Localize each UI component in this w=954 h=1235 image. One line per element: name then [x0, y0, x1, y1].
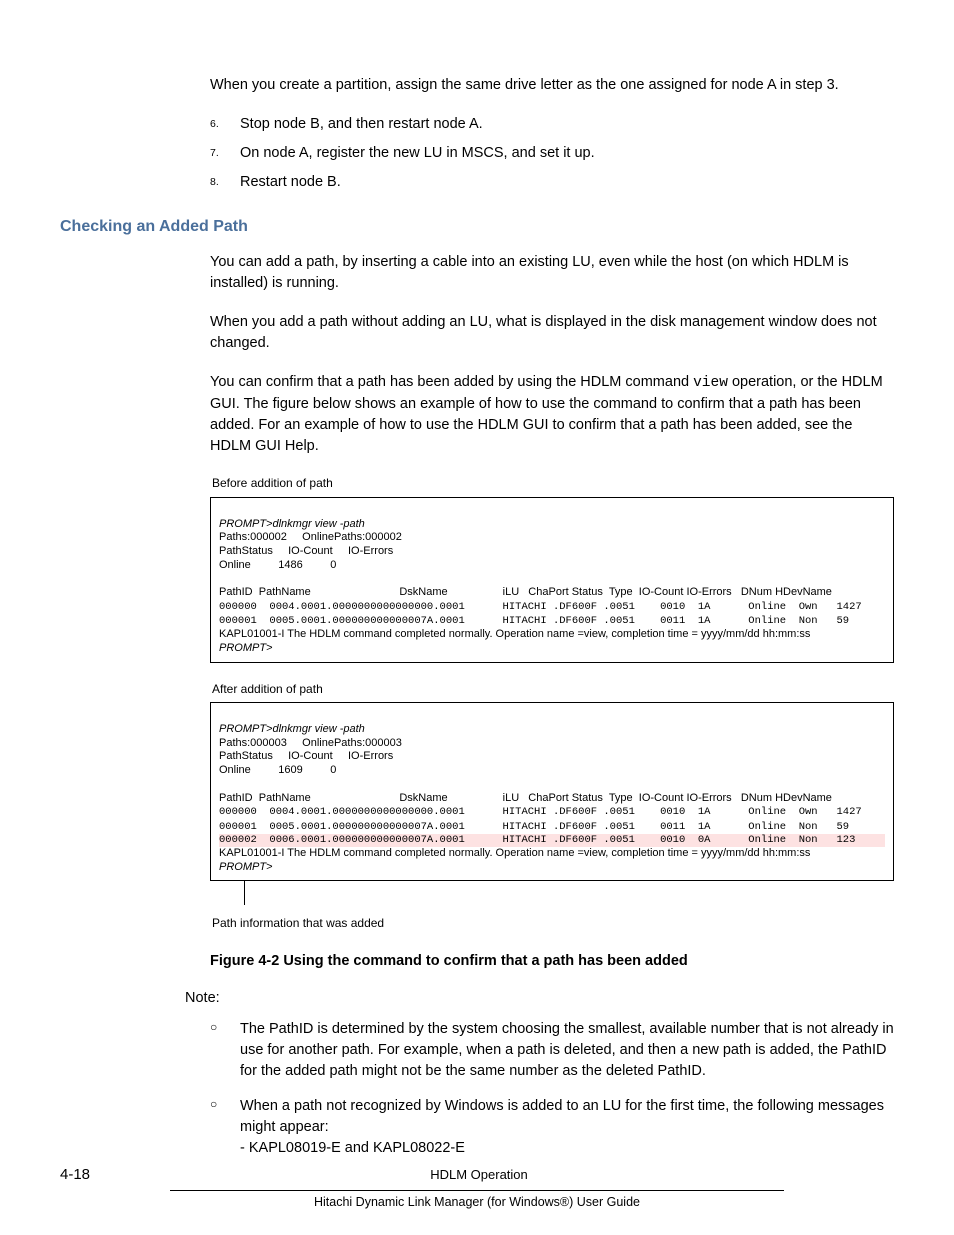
after-label: After addition of path [212, 681, 894, 698]
bullet-icon: ○ [210, 1096, 240, 1159]
list-item: ○ When a path not recognized by Windows … [210, 1096, 894, 1159]
pointer-label: Path information that was added [212, 915, 894, 932]
msg-after: KAPL01001-I The HDLM command completed n… [219, 847, 810, 859]
bullet-icon: ○ [210, 1019, 240, 1082]
summary-before-2: Online 1486 0 [219, 559, 336, 571]
para-2: When you add a path without adding an LU… [210, 312, 894, 354]
cmd-after: PROMPT>dlnkmgr view -path [219, 723, 365, 735]
figure-4-2: Before addition of path PROMPT>dlnkmgr v… [210, 475, 894, 932]
summary-after-2: Online 1609 0 [219, 764, 336, 776]
step-number: 7 [210, 143, 240, 164]
terminal-after: PROMPT>dlnkmgr view -path Paths:000003 O… [210, 702, 894, 881]
header-row-after: PathID PathName DskName iLU ChaPort Stat… [219, 792, 832, 804]
page-footer: 4-18 HDLM Operation 4-18 Hitachi Dynamic… [60, 1164, 894, 1211]
header-row-before: PathID PathName DskName iLU ChaPort Stat… [219, 586, 832, 598]
page-number: 4-18 [60, 1164, 90, 1186]
step-7: 7 On node A, register the new LU in MSCS… [210, 143, 894, 164]
prompt-after: PROMPT> [219, 861, 272, 873]
bullet-text-0: The PathID is determined by the system c… [240, 1019, 894, 1082]
book-title: Hitachi Dynamic Link Manager (for Window… [60, 1193, 894, 1211]
para-3a: You can confirm that a path has been add… [210, 374, 693, 390]
terminal-before: PROMPT>dlnkmgr view -path Paths:000002 O… [210, 497, 894, 663]
step-number: 8 [210, 172, 240, 193]
cmd-before: PROMPT>dlnkmgr view -path [219, 518, 365, 530]
msg-before: KAPL01001-I The HDLM command completed n… [219, 628, 810, 640]
row-after-0: 000000 0004.0001.0000000000000000.0001 H… [219, 806, 894, 818]
step-text: On node A, register the new LU in MSCS, … [240, 143, 894, 164]
chapter-title: HDLM Operation [430, 1166, 528, 1185]
code-view: view [693, 375, 728, 391]
intro-partition-text: When you create a partition, assign the … [210, 75, 894, 96]
figure-caption: Figure 4-2 Using the command to confirm … [210, 951, 894, 972]
section-heading-checking-added-path: Checking an Added Path [60, 215, 894, 238]
bullet-text-1: When a path not recognized by Windows is… [240, 1096, 894, 1159]
summary-before-1: PathStatus IO-Count IO-Errors [219, 545, 393, 557]
pointer-line-icon [244, 881, 245, 905]
footer-rule [170, 1190, 784, 1191]
step-text: Restart node B. [240, 172, 894, 193]
step-text: Stop node B, and then restart node A. [240, 114, 894, 135]
summary-after-0: Paths:000003 OnlinePaths:000003 [219, 737, 402, 749]
row-after-1: 000001 0005.0001.000000000000007A.0001 H… [219, 821, 894, 833]
step-list: 6 Stop node B, and then restart node A. … [210, 114, 894, 193]
list-item: ○ The PathID is determined by the system… [210, 1019, 894, 1082]
step-number: 6 [210, 114, 240, 135]
note-label: Note: [185, 988, 894, 1009]
summary-before-0: Paths:000002 OnlinePaths:000002 [219, 531, 402, 543]
para-3: You can confirm that a path has been add… [210, 372, 894, 457]
step-8: 8 Restart node B. [210, 172, 894, 193]
row-before-0: 000000 0004.0001.0000000000000000.0001 H… [219, 601, 894, 613]
note-bullets: ○ The PathID is determined by the system… [210, 1019, 894, 1159]
row-before-1: 000001 0005.0001.000000000000007A.0001 H… [219, 615, 894, 627]
summary-after-1: PathStatus IO-Count IO-Errors [219, 750, 393, 762]
step-6: 6 Stop node B, and then restart node A. [210, 114, 894, 135]
prompt-before: PROMPT> [219, 642, 272, 654]
para-1: You can add a path, by inserting a cable… [210, 252, 894, 294]
before-label: Before addition of path [212, 475, 894, 492]
row-after-new: 000002 0006.0001.000000000000007A.0001 H… [219, 834, 885, 847]
